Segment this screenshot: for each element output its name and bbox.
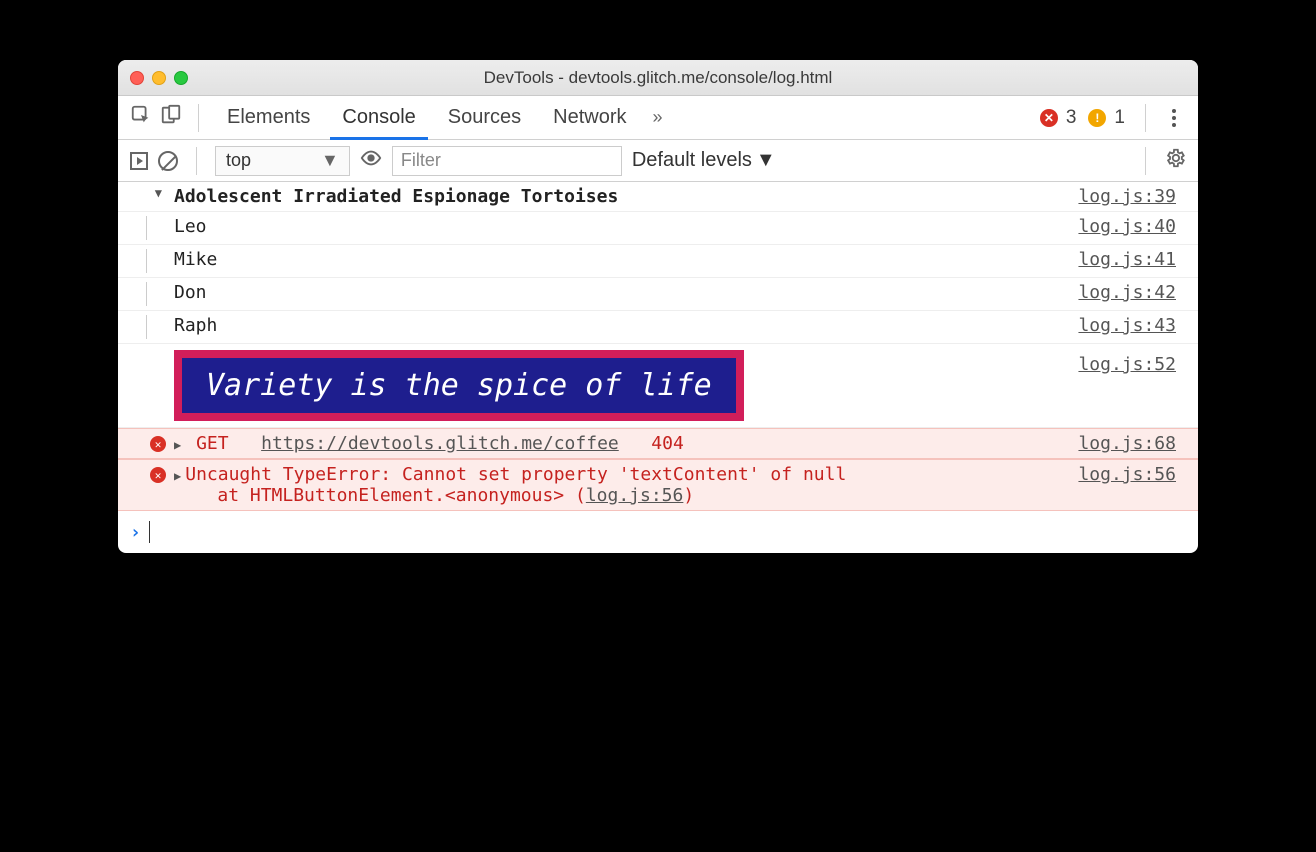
tab-elements[interactable]: Elements <box>215 96 322 140</box>
console-styled-log: Variety is the spice of life log.js:52 <box>118 344 1198 428</box>
console-output: ▼ Adolescent Irradiated Espionage Tortoi… <box>118 182 1198 553</box>
console-input[interactable] <box>149 521 1186 543</box>
tab-console[interactable]: Console <box>330 96 427 140</box>
console-log-line: Don log.js:42 <box>118 278 1198 311</box>
devtools-window: DevTools - devtools.glitch.me/console/lo… <box>118 60 1198 553</box>
prompt-caret-icon: › <box>130 522 149 543</box>
group-title: Adolescent Irradiated Espionage Tortoise… <box>174 186 1078 207</box>
divider <box>198 104 199 132</box>
console-log-line: Leo log.js:40 <box>118 212 1198 245</box>
filter-input[interactable] <box>392 146 622 176</box>
divider <box>1145 104 1146 132</box>
styled-message: Variety is the spice of life <box>174 350 744 421</box>
source-link[interactable]: log.js:40 <box>1078 216 1186 237</box>
clear-console-icon[interactable] <box>158 151 178 171</box>
stack-link[interactable]: log.js:56 <box>586 485 684 506</box>
log-message: Raph <box>174 315 1078 336</box>
log-message: Leo <box>174 216 1078 237</box>
console-toolbar: top ▼ Default levels ▼ <box>118 140 1198 182</box>
divider <box>1145 147 1146 175</box>
console-log-line: Mike log.js:41 <box>118 245 1198 278</box>
error-message: ▶Uncaught TypeError: Cannot set property… <box>174 464 1078 506</box>
show-console-sidebar-icon[interactable] <box>130 152 148 170</box>
inspect-element-icon[interactable] <box>130 104 152 132</box>
menu-icon[interactable] <box>1162 109 1186 127</box>
status-badges[interactable]: ✕ 3 ! 1 <box>1040 107 1129 129</box>
error-icon: ✕ <box>150 436 166 452</box>
console-log-line: Raph log.js:43 <box>118 311 1198 344</box>
console-prompt[interactable]: › <box>118 511 1198 553</box>
close-icon[interactable] <box>130 71 144 85</box>
disclosure-triangle-icon[interactable]: ▶ <box>174 469 185 483</box>
log-levels-select[interactable]: Default levels ▼ <box>632 149 776 172</box>
chevron-down-icon: ▼ <box>321 150 339 171</box>
zoom-icon[interactable] <box>174 71 188 85</box>
titlebar: DevTools - devtools.glitch.me/console/lo… <box>118 60 1198 96</box>
log-message: Don <box>174 282 1078 303</box>
disclosure-triangle-icon[interactable]: ▶ <box>174 438 185 452</box>
tab-sources[interactable]: Sources <box>436 96 533 140</box>
error-badge-icon: ✕ <box>1040 109 1058 127</box>
context-value: top <box>226 150 251 171</box>
source-link[interactable]: log.js:68 <box>1078 433 1186 454</box>
minimize-icon[interactable] <box>152 71 166 85</box>
source-link[interactable]: log.js:39 <box>1078 186 1186 207</box>
traffic-lights <box>130 71 188 85</box>
window-title: DevTools - devtools.glitch.me/console/lo… <box>484 68 833 88</box>
error-icon: ✕ <box>150 467 166 483</box>
error-count: 3 <box>1066 107 1077 129</box>
source-link[interactable]: log.js:42 <box>1078 282 1186 303</box>
more-tabs-icon[interactable]: » <box>647 107 669 128</box>
source-link[interactable]: log.js:43 <box>1078 315 1186 336</box>
console-error-line: ✕ ▶Uncaught TypeError: Cannot set proper… <box>118 459 1198 511</box>
divider <box>196 147 197 175</box>
source-link[interactable]: log.js:56 <box>1078 464 1186 485</box>
chevron-down-icon: ▼ <box>756 149 776 172</box>
main-tabbar: Elements Console Sources Network » ✕ 3 !… <box>118 96 1198 140</box>
log-message: Mike <box>174 249 1078 270</box>
live-expression-icon[interactable] <box>360 147 382 175</box>
request-url[interactable]: https://devtools.glitch.me/coffee <box>261 433 619 454</box>
disclosure-triangle-icon[interactable]: ▼ <box>155 186 166 200</box>
tab-network[interactable]: Network <box>541 96 638 140</box>
toggle-device-icon[interactable] <box>160 104 182 132</box>
source-link[interactable]: log.js:52 <box>1078 354 1186 375</box>
source-link[interactable]: log.js:41 <box>1078 249 1186 270</box>
error-message: ▶ GET https://devtools.glitch.me/coffee … <box>174 433 1078 454</box>
execution-context-select[interactable]: top ▼ <box>215 146 350 176</box>
console-group-header[interactable]: ▼ Adolescent Irradiated Espionage Tortoi… <box>118 182 1198 212</box>
warning-count: 1 <box>1114 107 1125 129</box>
http-status: 404 <box>651 433 684 454</box>
console-error-line: ✕ ▶ GET https://devtools.glitch.me/coffe… <box>118 428 1198 459</box>
settings-icon[interactable] <box>1164 147 1186 175</box>
warning-badge-icon: ! <box>1088 109 1106 127</box>
